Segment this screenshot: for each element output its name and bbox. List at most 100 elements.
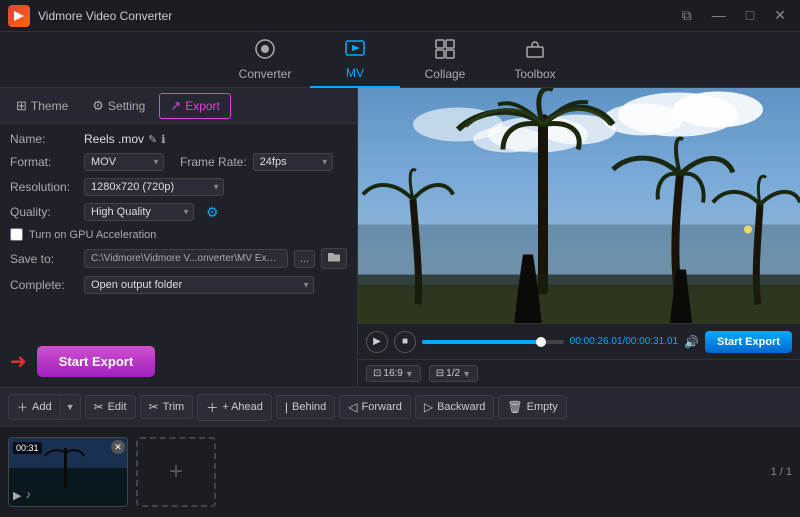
mv-icon (344, 37, 366, 64)
arrow-right-icon: ➜ (10, 349, 27, 374)
add-dropdown-arrow[interactable]: ▼ (61, 398, 80, 416)
window-controls: ⧉ — □ ✕ (676, 5, 792, 26)
backward-arrow-icon: ▷ (424, 400, 433, 414)
frame-rate-label: Frame Rate: (180, 155, 247, 169)
add-label: Add (32, 401, 52, 413)
forward-arrow-icon: ◁ (348, 400, 357, 414)
start-export-right-button[interactable]: Start Export (705, 331, 792, 353)
page-button[interactable]: ⊟ 1/2 ▼ (429, 365, 478, 382)
resolution-select[interactable]: 1280x720 (720p) 1920x1080 (1080p) 3840x2… (84, 178, 224, 196)
forward-button[interactable]: ◁ Forward (339, 395, 411, 419)
tab-mv-label: MV (346, 66, 364, 80)
tab-theme-label: Theme (31, 99, 68, 113)
video-controls2: ⊡ 16:9 ▼ ⊟ 1/2 ▼ (358, 359, 800, 387)
gpu-row: Turn on GPU Acceleration (10, 228, 347, 241)
tab-export[interactable]: ↗ Export (159, 93, 231, 119)
format-select-wrapper: MOV MP4 AVI (84, 153, 164, 171)
timeline-play-icon: ▶ (13, 489, 21, 502)
timeline-add-button[interactable]: + (136, 437, 216, 507)
name-info-icon[interactable]: ℹ (161, 133, 165, 146)
save-folder-button[interactable] (321, 248, 347, 269)
empty-label: Empty (527, 401, 558, 413)
ahead-label: + Ahead (222, 401, 263, 413)
scene-bg (358, 88, 800, 323)
window-minimize-btn[interactable]: — (706, 5, 732, 26)
tab-toolbox-label: Toolbox (514, 67, 555, 81)
edit-label: Edit (108, 401, 127, 413)
resolution-label: Resolution: (10, 180, 78, 194)
frame-rate-select[interactable]: 24fps 30fps 60fps (253, 153, 333, 171)
volume-icon[interactable]: 🔊 (684, 335, 699, 349)
tab-collage[interactable]: Collage (400, 32, 490, 88)
setting-gear-icon: ⚙ (92, 98, 104, 114)
behind-button[interactable]: | Behind (276, 395, 335, 419)
play-button[interactable]: ▶ (366, 331, 388, 353)
complete-row: Complete: Open output folder Do nothing (10, 276, 347, 294)
window-grid-btn[interactable]: ⧉ (676, 5, 698, 26)
main-content: ⊞ Theme ⚙ Setting ↗ Export Name: Reels .… (0, 88, 800, 387)
save-path: C:\Vidmore\Vidmore V...onverter\MV Expor… (84, 249, 288, 268)
video-controls: ▶ ■ 00:00:26.01/00:00:31.01 🔊 Start Expo… (358, 323, 800, 359)
timeline-audio-icon: ♪ (25, 489, 31, 502)
empty-trash-icon: 🗑 (507, 400, 522, 414)
timeline-close-button[interactable]: ✕ (111, 440, 125, 454)
aspect-ratio-button[interactable]: ⊡ 16:9 ▼ (366, 365, 421, 382)
progress-bar[interactable] (422, 340, 564, 344)
frame-rate-select-wrapper: 24fps 30fps 60fps (253, 153, 333, 171)
quality-label: Quality: (10, 205, 78, 219)
window-close-btn[interactable]: ✕ (768, 5, 792, 26)
save-to-row: Save to: C:\Vidmore\Vidmore V...onverter… (10, 248, 347, 269)
ahead-button[interactable]: ＋ + Ahead (197, 394, 272, 421)
page-value: 1/2 (446, 368, 460, 379)
panel-tabs: ⊞ Theme ⚙ Setting ↗ Export (0, 88, 357, 124)
left-panel: ⊞ Theme ⚙ Setting ↗ Export Name: Reels .… (0, 88, 358, 387)
save-to-label: Save to: (10, 252, 78, 266)
tab-mv[interactable]: MV (310, 32, 400, 88)
tab-converter[interactable]: Converter (220, 32, 310, 88)
trim-button[interactable]: ✂ Trim (140, 395, 194, 419)
add-main-button[interactable]: ＋ Add (9, 395, 61, 419)
toolbox-icon (524, 38, 546, 65)
complete-label: Complete: (10, 278, 78, 292)
quality-select[interactable]: High Quality Standard Low (84, 203, 194, 221)
empty-button[interactable]: 🗑 Empty (498, 395, 566, 419)
add-button-group: ＋ Add ▼ (8, 394, 81, 420)
time-current: 00:00:26.01 (570, 336, 623, 347)
format-select[interactable]: MOV MP4 AVI (84, 153, 164, 171)
tab-toolbox[interactable]: Toolbox (490, 32, 580, 88)
quality-row: Quality: High Quality Standard Low ⚙ (10, 203, 347, 221)
gpu-label: Turn on GPU Acceleration (29, 229, 156, 241)
name-edit-icon[interactable]: ✎ (148, 133, 157, 146)
export-arrow-icon: ↗ (170, 98, 181, 114)
add-plus-icon: ＋ (17, 399, 28, 415)
save-dots-button[interactable]: ... (294, 250, 315, 268)
tab-converter-label: Converter (239, 67, 292, 81)
backward-button[interactable]: ▷ Backward (415, 395, 495, 419)
tab-theme[interactable]: ⊞ Theme (6, 94, 78, 118)
page-arrow-icon: ▼ (462, 369, 471, 379)
page-icon: ⊟ (436, 368, 444, 379)
tab-collage-label: Collage (425, 67, 466, 81)
quality-gear-icon[interactable]: ⚙ (206, 204, 219, 221)
resolution-row: Resolution: 1280x720 (720p) 1920x1080 (1… (10, 178, 347, 196)
gpu-checkbox[interactable] (10, 228, 23, 241)
stop-button[interactable]: ■ (394, 331, 416, 353)
ratio-icon: ⊡ (373, 368, 381, 379)
name-text: Reels .mov (84, 132, 144, 146)
trim-icon: ✂ (149, 400, 159, 414)
complete-select[interactable]: Open output folder Do nothing (84, 276, 314, 294)
title-bar: Vidmore Video Converter ⧉ — □ ✕ (0, 0, 800, 32)
window-maximize-btn[interactable]: □ (740, 5, 760, 26)
forward-label: Forward (362, 401, 402, 413)
behind-label: Behind (292, 401, 326, 413)
collage-icon (434, 38, 456, 65)
progress-thumb (536, 337, 546, 347)
bottom-toolbar: ＋ Add ▼ ✂ Edit ✂ Trim ＋ + Ahead | Behind… (0, 387, 800, 427)
edit-button[interactable]: ✂ Edit (85, 395, 136, 419)
start-export-main-button[interactable]: Start Export (37, 346, 155, 377)
video-preview (358, 88, 800, 323)
resolution-select-wrapper: 1280x720 (720p) 1920x1080 (1080p) 3840x2… (84, 178, 224, 196)
timeline-item[interactable]: 00:31 ✕ ▶ ♪ (8, 437, 128, 507)
tab-setting[interactable]: ⚙ Setting (82, 94, 155, 118)
timeline-duration: 00:31 (13, 442, 42, 454)
